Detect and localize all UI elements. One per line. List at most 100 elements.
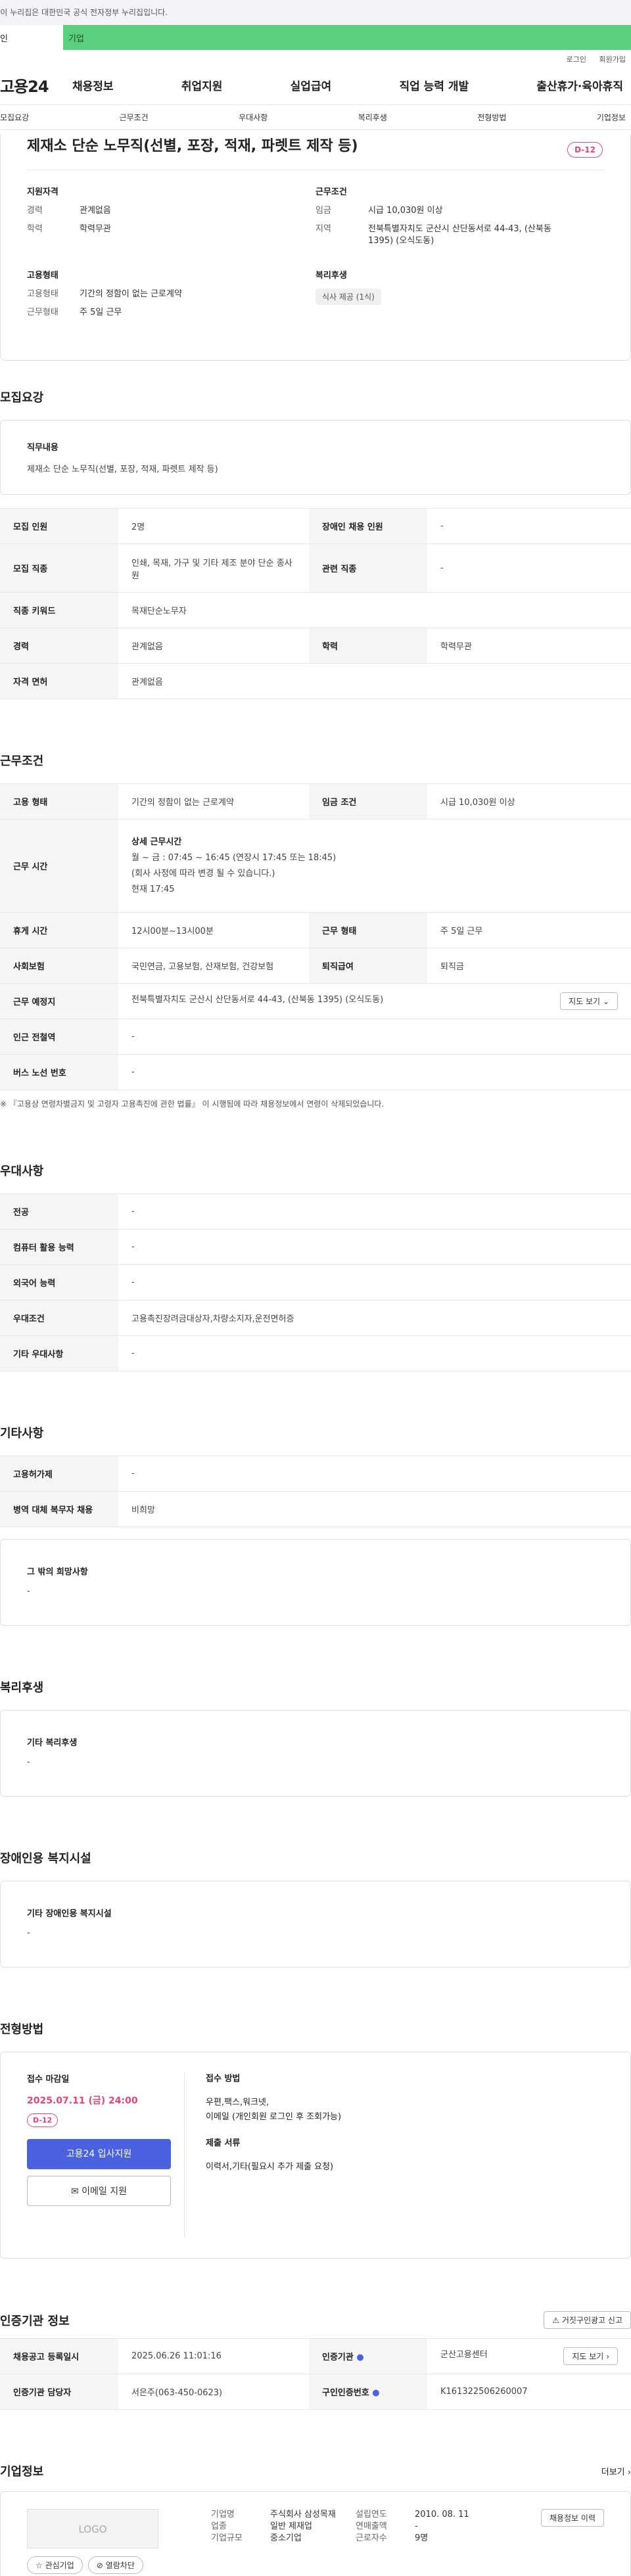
pref-table: 전공 - 컴퓨터 활용 능력 - 외국어 능력 - 우대조건 고용촉진장려금대상자,차량… xyxy=(0,1193,631,1371)
kv-value: 일반 제재업 xyxy=(270,2521,312,2531)
util-bar: 로그인 회원가입 xyxy=(0,50,631,66)
etc-section: 기타사항 고용허가제 - 병역 대체 복무자 채용 비희망 그 밖의 희망사항 - xyxy=(0,1424,631,1626)
cell: 고용촉진장려금대상자,차량소지자,운전면허증 xyxy=(118,1300,631,1336)
menu-item[interactable]: 직업 능력 개발 xyxy=(399,77,469,93)
gov-banner: ○ 이 누리집은 대한민국 공식 전자정부 누리집입니다. xyxy=(0,0,631,25)
cell: K161322506260007 xyxy=(427,2374,631,2410)
disabled-value: - xyxy=(27,1928,30,1938)
section-link[interactable]: 모집요강 xyxy=(0,112,29,123)
kv-key: 근로자수 xyxy=(356,2533,387,2543)
cell: 목재단순노무자 xyxy=(118,592,631,628)
cell: 전북특별자치도 군산시 산단동서로 44-43, (산북동 1395) (오식도… xyxy=(118,983,631,1019)
section-title: 우대사항 xyxy=(0,1164,44,1178)
cell-head: 고용 형태 xyxy=(0,783,118,819)
cell: - xyxy=(118,1456,631,1492)
join-link[interactable]: 회원가입 xyxy=(599,55,626,64)
more-link[interactable]: 더보기 › xyxy=(601,2465,631,2477)
hours-line: 현재 17:45 xyxy=(131,884,175,894)
place-text: 전북특별자치도 군산시 산단동서로 44-43, (산북동 1395) (오식도… xyxy=(131,995,384,1005)
site-logo[interactable]: 고용24 xyxy=(0,74,72,97)
block-button[interactable]: ⊘ 열람차단 xyxy=(87,2556,143,2574)
hope-box: 그 밖의 희망사항 - xyxy=(0,1539,631,1626)
chevron-right-icon: › xyxy=(606,2352,609,2361)
email-apply-button[interactable]: ✉ 이메일 지원 xyxy=(27,2176,171,2206)
work-table: 고용 형태 기간의 정함이 없는 근로계약 임금 조건 시급 10,030원 이상 근… xyxy=(0,783,631,1090)
cell-head: 임금 조건 xyxy=(309,783,427,819)
dday-badge: D-12 xyxy=(27,2113,58,2127)
kv-key: 근무형태 xyxy=(27,308,58,317)
apply-button[interactable]: 고용24 입사지원 xyxy=(27,2139,171,2169)
cert-table: 채용공고 등록일시 2025.06.26 11:01:16 인증기관 ● 군산고용센터… xyxy=(0,2338,631,2410)
job-summary-card: 제재소 단순 노무직(선별, 포장, 적재, 파렛트 제작 등) D-12 지원… xyxy=(0,134,631,361)
pref-section: 우대사항 전공 - 컴퓨터 활용 능력 - 외국어 능력 - 우대조건 고용촉진장려금대… xyxy=(0,1162,631,1371)
login-link[interactable]: 로그인 xyxy=(567,55,586,64)
info-icon[interactable]: ● xyxy=(356,2353,363,2362)
star-icon: ☆ xyxy=(35,2561,43,2570)
kv-value: 9명 xyxy=(415,2533,429,2543)
global-nav: 고용24 채용정보 취업지원 실업급여 직업 능력 개발 출산휴가·육아휴직 xyxy=(0,66,631,105)
alert-icon: ⚠ xyxy=(552,2316,560,2325)
kv-value: 전북특별자치도 군산시 산단동서로 44-43, (산북동 1395) (오식도… xyxy=(368,224,551,246)
cell: - xyxy=(118,1193,631,1230)
section-link[interactable]: 우대사항 xyxy=(239,112,268,123)
cell: 서은주(063-450-0623) xyxy=(118,2374,309,2410)
section-title: 전형방법 xyxy=(0,2023,44,2036)
method-line: 우편,팩스,워크넷, xyxy=(206,2098,269,2107)
cell: 2명 xyxy=(118,508,309,544)
menu-item[interactable]: 실업급여 xyxy=(291,77,332,93)
chevron-down-icon: ⌄ xyxy=(602,997,609,1006)
section-nav: 모집요강 근무조건 우대사항 복리후생 전형방법 기업정보 xyxy=(0,105,631,130)
cell-head: 직종 키워드 xyxy=(0,592,118,628)
section-link[interactable]: 복리후생 xyxy=(358,112,387,123)
kv-key: 학력 xyxy=(27,224,43,234)
menu-item[interactable]: 출산휴가·육아휴직 xyxy=(536,77,623,93)
info-icon[interactable]: ● xyxy=(372,2388,379,2398)
section-link[interactable]: 전형방법 xyxy=(477,112,506,123)
section-title: 복리후생 xyxy=(0,1681,44,1695)
menu-item[interactable]: 채용정보 xyxy=(72,77,114,93)
cell-head: 장애인 채용 인원 xyxy=(309,508,427,544)
kv-key: 연매출액 xyxy=(356,2521,387,2531)
fav-button[interactable]: ☆ 관심기업 xyxy=(27,2556,83,2574)
section-link[interactable]: 근무조건 xyxy=(120,112,149,123)
disabled-section: 장애인용 복지시설 기타 장애인용 복지시설 - xyxy=(0,1849,631,1967)
kv-key: 임금 xyxy=(316,206,331,216)
cell: 군산고용센터 지도 보기 › xyxy=(427,2338,631,2374)
qual-label: 지원자격 xyxy=(27,187,58,197)
cell: - xyxy=(427,508,631,544)
mail-icon: ✉ xyxy=(70,2186,79,2197)
map-button[interactable]: 지도 보기 ⌄ xyxy=(560,992,618,1010)
cell-head: 외국어 능력 xyxy=(0,1264,118,1300)
duty-box: 직무내용 제재소 단순 노무직(선별, 포장, 적재, 파렛트 제작 등) xyxy=(0,420,631,495)
tab-company[interactable]: 기업 xyxy=(63,25,631,50)
cell-head: 채용공고 등록일시 xyxy=(0,2338,118,2374)
menu-item[interactable]: 취업지원 xyxy=(181,77,223,93)
section-title: 기업정보 xyxy=(0,2465,44,2479)
cell-head: 근무 시간 xyxy=(0,819,118,913)
cell-head: 휴게 시간 xyxy=(0,912,118,948)
tab-individual[interactable]: 인 xyxy=(0,25,63,50)
job-history-button[interactable]: 채용정보 이력 xyxy=(540,2509,604,2527)
section-link[interactable]: 기업정보 xyxy=(597,112,626,123)
cell-head: 전공 xyxy=(0,1193,118,1230)
cell: 12시00분~13시00분 xyxy=(118,912,309,948)
cell-head: 모집 직종 xyxy=(0,543,118,593)
recruit-table: 모집 인원 2명 장애인 채용 인원 - 모집 직종 인쇄, 목재, 가구 및 기타 제… xyxy=(0,508,631,699)
etc-table: 고용허가제 - 병역 대체 복무자 채용 비희망 xyxy=(0,1456,631,1527)
work-section: 근무조건 고용 형태 기간의 정함이 없는 근로계약 임금 조건 시급 10,030원… xyxy=(0,752,631,1109)
report-button[interactable]: ⚠ 거짓구인광고 신고 xyxy=(544,2311,631,2329)
company-logo: LOGO xyxy=(27,2509,158,2548)
cell-head: 병역 대체 복무자 채용 xyxy=(0,1491,118,1527)
map-button[interactable]: 지도 보기 › xyxy=(563,2347,618,2365)
cell-head: 근무 예정지 xyxy=(0,983,118,1019)
cell-head: 컴퓨터 활용 능력 xyxy=(0,1229,118,1265)
kv-value: 기간의 정함이 없는 근로계약 xyxy=(80,289,182,299)
cell-head: 퇴직급여 xyxy=(309,948,427,984)
company-box: LOGO ☆ 관심기업 ⊘ 열람차단 기업명 주식회사 삼성목재 업종 일반 제재업… xyxy=(0,2491,631,2576)
cell: 관계없음 xyxy=(118,628,309,664)
method-label: 접수 방법 xyxy=(206,2074,241,2084)
cell: 2025.06.26 11:01:16 xyxy=(118,2338,309,2374)
kv-value: 주 5일 근무 xyxy=(80,308,122,317)
welfare-chip: 식사 제공 (1식) xyxy=(316,288,381,305)
cell: 학력무관 xyxy=(427,628,631,664)
